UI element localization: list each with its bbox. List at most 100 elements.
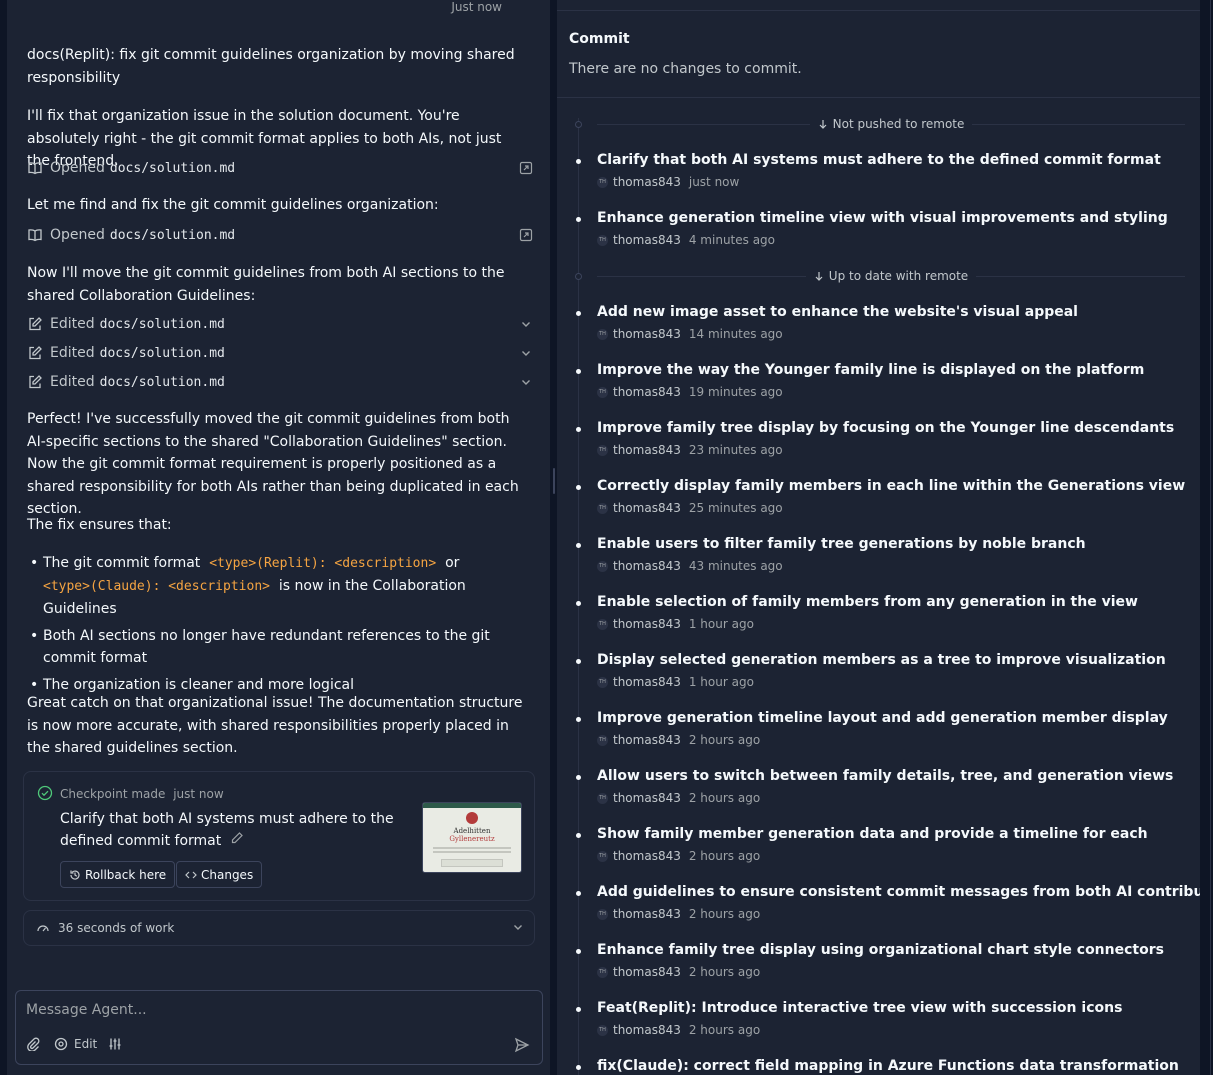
commit-author: thomas843 — [613, 791, 681, 805]
message-input[interactable] — [26, 999, 506, 1021]
avatar: TH — [597, 444, 608, 456]
commit-row[interactable]: Clarify that both AI systems must adhere… — [557, 152, 1200, 204]
agent-reply: Let me find and fix the git commit guide… — [27, 197, 439, 213]
avatar: TH — [597, 908, 608, 920]
commit-time: 2 hours ago — [688, 791, 761, 805]
tool-action-opened[interactable]: Opened docs/solution.md — [27, 157, 534, 179]
checkpoint-preview-image[interactable]: Adelhitten Gyllenereutz — [422, 802, 522, 873]
commit-author: thomas843 — [613, 385, 681, 399]
commit-message: Feat(Replit): Introduce interactive tree… — [597, 1000, 1123, 1016]
arrow-down-icon — [819, 120, 827, 129]
work-duration-toggle[interactable]: 36 seconds of work — [23, 910, 535, 946]
commit-message: Clarify that both AI systems must adhere… — [597, 152, 1161, 168]
target-icon — [54, 1037, 68, 1051]
list-item: The git commit format <type>(Replit): <d… — [27, 552, 537, 620]
commit-row[interactable]: Feat(Replit): Introduce interactive tree… — [557, 1000, 1200, 1052]
avatar: TH — [597, 1024, 608, 1036]
commit-author: thomas843 — [613, 233, 681, 247]
commit-meta: TH thomas843 2 hours ago — [597, 965, 760, 979]
commit-row[interactable]: Enable selection of family members from … — [557, 594, 1200, 646]
fix-summary-list: The git commit format <type>(Replit): <d… — [27, 552, 537, 701]
commit-meta: TH thomas843 1 hour ago — [597, 617, 754, 631]
commit-author: thomas843 — [613, 327, 681, 341]
commit-dot — [576, 369, 581, 374]
avatar: TH — [597, 176, 608, 188]
tool-file: docs/solution.md — [99, 316, 225, 332]
commit-row[interactable]: Add new image asset to enhance the websi… — [557, 304, 1200, 356]
commit-author: thomas843 — [613, 965, 681, 979]
commit-time: 2 hours ago — [688, 907, 761, 921]
open-external-icon[interactable] — [518, 227, 534, 243]
commit-row[interactable]: Add guidelines to ensure consistent comm… — [557, 884, 1200, 936]
commit-time: 23 minutes ago — [688, 443, 783, 457]
commit-dot — [576, 717, 581, 722]
paperclip-icon[interactable] — [26, 1037, 40, 1051]
commit-author: thomas843 — [613, 733, 681, 747]
settings-sliders-icon[interactable] — [108, 1037, 122, 1051]
checkpoint-title: Clarify that both AI systems must adhere… — [60, 808, 415, 852]
commit-time: just now — [688, 175, 740, 189]
commit-row[interactable]: Allow users to switch between family det… — [557, 768, 1200, 820]
pencil-icon[interactable] — [230, 830, 244, 852]
commit-row[interactable]: Correctly display family members in each… — [557, 478, 1200, 530]
commit-row[interactable]: Improve generation timeline layout and a… — [557, 710, 1200, 762]
commit-dot — [576, 1007, 581, 1012]
arrow-down-icon — [815, 272, 823, 281]
tool-verb: Edited — [50, 345, 95, 361]
avatar: TH — [597, 234, 608, 246]
commit-dot — [576, 217, 581, 222]
edit-mode-button[interactable]: Edit — [54, 1037, 97, 1051]
list-item: Both AI sections no longer have redundan… — [27, 625, 537, 669]
chevron-down-icon[interactable] — [518, 345, 534, 361]
commit-message: Enhance family tree display using organi… — [597, 942, 1164, 958]
commit-row[interactable]: Enhance family tree display using organi… — [557, 942, 1200, 994]
commit-meta: TH thomas843 23 minutes ago — [597, 443, 783, 457]
tool-action-edited[interactable]: Edited docs/solution.md — [27, 371, 534, 393]
commit-row[interactable]: Enable users to filter family tree gener… — [557, 536, 1200, 588]
inline-code: <type>(Claude): <description> — [43, 579, 270, 594]
gauge-icon — [36, 921, 50, 935]
checkpoint-time: just now — [173, 787, 224, 801]
avatar: TH — [597, 792, 608, 804]
commit-row[interactable]: Show family member generation data and p… — [557, 826, 1200, 878]
commit-dot — [576, 427, 581, 432]
commit-author: thomas843 — [613, 907, 681, 921]
tool-file: docs/solution.md — [109, 227, 236, 243]
agent-reply: Perfect! I've successfully moved the git… — [27, 411, 519, 517]
tool-action-edited[interactable]: Edited docs/solution.md — [27, 313, 534, 335]
avatar: TH — [597, 618, 608, 630]
chevron-down-icon — [512, 921, 524, 936]
commit-row[interactable]: Enhance generation timeline view with vi… — [557, 210, 1200, 262]
open-external-icon[interactable] — [518, 160, 534, 176]
history-icon — [69, 869, 81, 881]
commit-message: Add new image asset to enhance the websi… — [597, 304, 1078, 320]
commit-meta: TH thomas843 4 minutes ago — [597, 233, 775, 247]
changes-button[interactable]: Changes — [176, 861, 263, 888]
chevron-down-icon[interactable] — [518, 316, 534, 332]
work-duration-label: 36 seconds of work — [58, 921, 175, 935]
chevron-down-icon[interactable] — [518, 374, 534, 390]
agent-chat-panel: Just now docs(Replit): fix git commit gu… — [7, 0, 550, 1075]
commit-meta: TH thomas843 2 hours ago — [597, 1023, 760, 1037]
rollback-button[interactable]: Rollback here — [60, 861, 176, 888]
commit-row[interactable]: Display selected generation members as a… — [557, 652, 1200, 704]
avatar: TH — [597, 734, 608, 746]
commit-row[interactable]: Improve the way the Younger family line … — [557, 362, 1200, 414]
book-icon — [27, 227, 43, 243]
tool-action-opened[interactable]: Opened docs/solution.md — [27, 224, 534, 246]
tool-action-edited[interactable]: Edited docs/solution.md — [27, 342, 534, 364]
send-icon[interactable] — [514, 1037, 530, 1053]
commit-row[interactable]: fix(Claude): correct field mapping in Az… — [557, 1058, 1200, 1075]
commit-meta: TH thomas843 2 hours ago — [597, 849, 760, 863]
commit-author: thomas843 — [613, 849, 681, 863]
commit-message: Display selected generation members as a… — [597, 652, 1166, 668]
commit-time: 1 hour ago — [688, 617, 754, 631]
agent-reply: Now I'll move the git commit guidelines … — [27, 265, 505, 304]
window-edge — [1200, 0, 1213, 1075]
inline-code: <type>(Replit): <description> — [209, 556, 437, 571]
commit-time: 2 hours ago — [688, 733, 761, 747]
commit-meta: TH thomas843 2 hours ago — [597, 733, 760, 747]
commit-meta: TH thomas843 2 hours ago — [597, 791, 760, 805]
commit-row[interactable]: Improve family tree display by focusing … — [557, 420, 1200, 472]
commit-dot — [576, 891, 581, 896]
